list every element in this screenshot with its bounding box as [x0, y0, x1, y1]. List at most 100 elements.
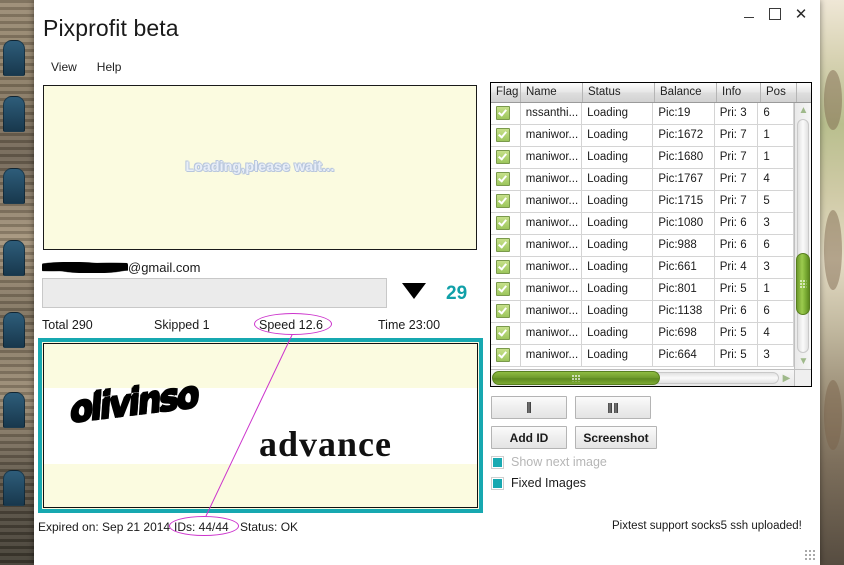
row-checkbox[interactable] [496, 348, 510, 362]
table-body: nssanthi... Loading Pic:19 Pri: 3 6 maniwor..… [491, 103, 794, 369]
table-row[interactable]: maniwor... Loading Pic:1715 Pri: 75 [491, 191, 794, 213]
vertical-scrollbar-thumb[interactable] [796, 253, 810, 315]
menu-item-view[interactable]: View [42, 58, 88, 76]
wallpaper-right [820, 0, 844, 565]
vertical-scrollbar[interactable]: ▲ ▼ [794, 103, 811, 369]
table-row[interactable]: nssanthi... Loading Pic:19 Pri: 36 [491, 103, 794, 125]
cell-name: maniwor... [521, 169, 583, 190]
close-icon[interactable]: ✕ [788, 3, 814, 25]
cell-status: Loading [582, 279, 654, 300]
table-row[interactable]: maniwor... Loading Pic:1680 Pri: 71 [491, 147, 794, 169]
cell-name: maniwor... [521, 279, 583, 300]
cell-status: Loading [582, 257, 654, 278]
column-header-name[interactable]: Name [521, 83, 583, 102]
cell-status: Loading [582, 169, 654, 190]
cell-flag [491, 235, 521, 256]
cell-balance: Pic:1767 [653, 169, 715, 190]
cell-name: maniwor... [521, 323, 583, 344]
checkbox-show-next-image[interactable]: Show next image [491, 455, 607, 469]
cell-pos: 3 [758, 345, 794, 366]
captcha-image: olivinso advance [43, 343, 478, 508]
cell-status: Loading [582, 147, 654, 168]
cell-pos: 1 [758, 125, 794, 146]
horizontal-scrollbar-thumb[interactable] [492, 371, 660, 385]
column-header-status[interactable]: Status [583, 83, 655, 102]
menu-item-help[interactable]: Help [88, 58, 133, 76]
cell-balance: Pic:664 [653, 345, 715, 366]
checkbox-label: Show next image [511, 455, 607, 469]
start-button[interactable] [491, 396, 567, 419]
cell-flag [491, 345, 521, 366]
captcha-panel[interactable]: olivinso advance [38, 338, 483, 513]
cell-balance: Pic:1080 [653, 213, 715, 234]
window-controls: ✕ [736, 3, 814, 25]
chevron-down-icon[interactable] [402, 283, 426, 299]
cell-name: maniwor... [521, 125, 583, 146]
image-preview-panel: Loading,please wait... [43, 85, 477, 250]
row-checkbox[interactable] [496, 106, 510, 120]
column-header-flag[interactable]: Flag [491, 83, 521, 102]
table-row[interactable]: maniwor... Loading Pic:661 Pri: 43 [491, 257, 794, 279]
progress-bar-field[interactable] [42, 278, 387, 308]
row-checkbox[interactable] [496, 216, 510, 230]
table-row[interactable]: maniwor... Loading Pic:1767 Pri: 74 [491, 169, 794, 191]
redacted-username [42, 262, 128, 273]
row-checkbox[interactable] [496, 128, 510, 142]
table-row[interactable]: maniwor... Loading Pic:988 Pri: 66 [491, 235, 794, 257]
cell-status: Loading [582, 213, 654, 234]
cell-balance: Pic:1715 [653, 191, 715, 212]
column-header-balance[interactable]: Balance [655, 83, 717, 102]
row-checkbox[interactable] [496, 326, 510, 340]
row-checkbox[interactable] [496, 304, 510, 318]
pause-bars-icon [608, 402, 618, 413]
row-checkbox[interactable] [496, 238, 510, 252]
cell-name: maniwor... [521, 191, 583, 212]
cell-info: Pri: 5 [715, 323, 759, 344]
cell-info: Pri: 6 [715, 213, 759, 234]
cell-name: maniwor... [521, 147, 583, 168]
screenshot-button[interactable]: Screenshot [575, 426, 657, 449]
table-row[interactable]: maniwor... Loading Pic:1672 Pri: 71 [491, 125, 794, 147]
cell-status: Loading [582, 191, 654, 212]
cell-balance: Pic:698 [653, 323, 715, 344]
row-checkbox[interactable] [496, 150, 510, 164]
column-header-pos[interactable]: Pos [761, 83, 797, 102]
table-row[interactable]: maniwor... Loading Pic:1080 Pri: 63 [491, 213, 794, 235]
row-checkbox[interactable] [496, 260, 510, 274]
cell-pos: 1 [758, 147, 794, 168]
table-row[interactable]: maniwor... Loading Pic:801 Pri: 51 [491, 279, 794, 301]
cell-flag [491, 323, 521, 344]
cell-info: Pri: 7 [715, 147, 759, 168]
row-checkbox[interactable] [496, 172, 510, 186]
scroll-right-icon[interactable]: ▶ [780, 372, 793, 385]
table-row[interactable]: maniwor... Loading Pic:664 Pri: 53 [491, 345, 794, 367]
cell-status: Loading [582, 323, 654, 344]
resize-grip[interactable] [804, 549, 816, 561]
stop-bar-icon [527, 402, 531, 413]
cell-flag [491, 257, 521, 278]
cell-flag [491, 147, 521, 168]
application-window: ✕ Pixprofit beta View Help Loading,pleas… [34, 0, 820, 565]
pause-button[interactable] [575, 396, 651, 419]
checkbox-fixed-images[interactable]: Fixed Images [491, 476, 586, 490]
cell-name: maniwor... [521, 213, 583, 234]
scroll-up-icon[interactable]: ▲ [797, 104, 810, 117]
table-row[interactable]: maniwor... Loading Pic:698 Pri: 54 [491, 323, 794, 345]
table-row[interactable]: maniwor... Loading Pic:1138 Pri: 66 [491, 301, 794, 323]
cell-balance: Pic:19 [653, 103, 715, 124]
minimize-icon[interactable] [736, 3, 762, 25]
row-checkbox[interactable] [496, 194, 510, 208]
cell-info: Pri: 6 [715, 235, 759, 256]
row-checkbox[interactable] [496, 282, 510, 296]
scroll-down-icon[interactable]: ▼ [797, 355, 810, 368]
cell-name: nssanthi... [521, 103, 583, 124]
add-id-button[interactable]: Add ID [491, 426, 567, 449]
horizontal-scrollbar[interactable]: ◀ ▶ [491, 369, 794, 386]
cell-flag [491, 213, 521, 234]
stat-time: Time 23:00 [378, 318, 441, 332]
checkbox-label: Fixed Images [511, 476, 587, 490]
scrollbar-corner [794, 369, 811, 386]
maximize-icon[interactable] [762, 3, 788, 25]
column-header-info[interactable]: Info [717, 83, 761, 102]
email-domain: @gmail.com [128, 260, 201, 275]
